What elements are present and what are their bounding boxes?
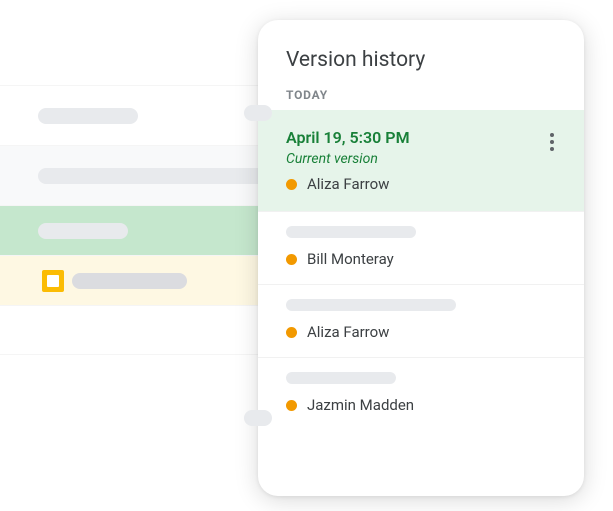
- version-entry[interactable]: Aliza Farrow: [258, 285, 584, 358]
- version-editor: Jazmin Madden: [286, 396, 556, 414]
- doc-row-highlight-yellow: [0, 255, 265, 305]
- version-entry-current[interactable]: April 19, 5:30 PM Current version Aliza …: [258, 110, 584, 212]
- editor-name: Aliza Farrow: [307, 175, 389, 193]
- version-timestamp-placeholder: [286, 372, 396, 384]
- editor-name: Aliza Farrow: [307, 323, 389, 341]
- version-entry[interactable]: Bill Monteray: [258, 212, 584, 285]
- version-editor: Aliza Farrow: [286, 323, 556, 341]
- background-document: [0, 85, 265, 355]
- editor-name: Bill Monteray: [307, 250, 394, 268]
- version-timestamp: April 19, 5:30 PM: [286, 128, 556, 147]
- version-entry[interactable]: Jazmin Madden: [258, 358, 584, 430]
- section-label-today: TODAY: [258, 82, 584, 110]
- editor-dot-icon: [286, 179, 297, 190]
- doc-row: [0, 85, 265, 145]
- editor-dot-icon: [286, 254, 297, 265]
- version-subtitle: Current version: [286, 151, 556, 167]
- editor-name: Jazmin Madden: [307, 396, 414, 414]
- version-editor: Aliza Farrow: [286, 175, 556, 193]
- version-timestamp-placeholder: [286, 226, 416, 238]
- editor-dot-icon: [286, 327, 297, 338]
- version-history-panel: Version history TODAY April 19, 5:30 PM …: [258, 20, 584, 496]
- more-options-icon[interactable]: [540, 130, 564, 154]
- panel-title: Version history: [258, 20, 584, 82]
- version-timestamp-placeholder: [286, 299, 456, 311]
- editor-dot-icon: [286, 400, 297, 411]
- version-editor: Bill Monteray: [286, 250, 556, 268]
- doc-row-empty: [0, 305, 265, 355]
- doc-row-highlight-green: [0, 205, 265, 255]
- doc-row-wide: [0, 145, 265, 205]
- slides-icon: [42, 270, 64, 292]
